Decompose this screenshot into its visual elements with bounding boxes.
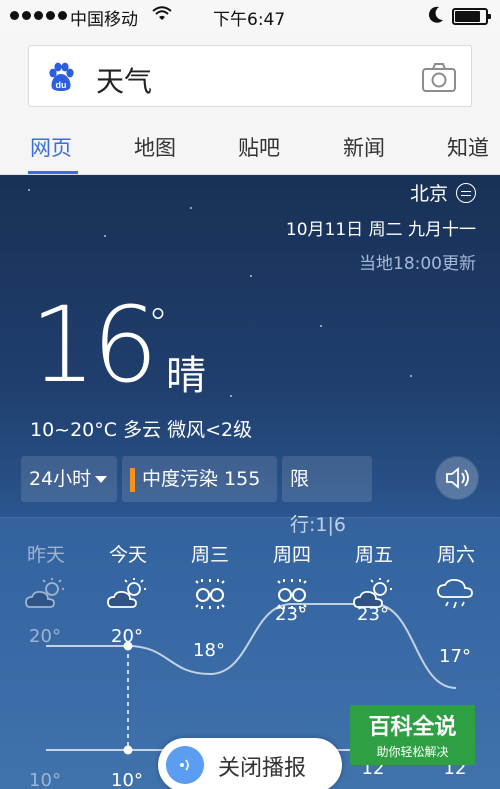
watermark-title: 百科全说 [368,715,457,740]
tab-web[interactable]: 网页 [30,132,72,162]
high-temp-label: 17° [439,646,471,667]
city-selector[interactable]: 北京 [410,179,476,206]
status-bar: 中国移动 下午6:47 [0,0,500,32]
battery-icon [452,8,491,25]
switch-city-icon[interactable] [456,182,476,203]
rain-icon [437,578,473,609]
camera-icon[interactable] [421,61,457,93]
aqi-indicator [130,467,135,492]
day-label: 昨天 [26,544,65,566]
search-tabs: 网页 地图 贴吧 新闻 知道 [0,120,500,175]
tab-tieba[interactable]: 贴吧 [238,132,280,162]
weather-card: 北京 10月11日 周二 九月十一 当地18:00更新 16 ° 晴 10~20… [0,175,500,789]
day-label: 周六 [436,544,475,566]
search-bar: du 天气 [0,32,500,120]
day-label: 周四 [272,544,311,566]
haze-icon [195,579,225,609]
moon-icon [428,6,443,23]
hourly-forecast-button[interactable]: 24小时 [21,456,117,502]
today-point [123,745,133,755]
active-tab-indicator [28,171,78,174]
watermark-logo: 百科全说 助你轻松解决 [350,705,475,765]
day-label: 周五 [354,544,393,566]
weather-date: 10月11日 周二 九月十一 [285,220,476,240]
baidu-paw-icon: du [49,62,74,91]
air-quality-label: 中度污染 155 [142,468,261,490]
day-label: 周三 [190,544,229,566]
city-name: 北京 [409,183,448,205]
low-temp-label: 10° [111,770,143,789]
tab-zhidao[interactable]: 知道 [447,132,489,162]
day-label: 今天 [108,544,147,566]
chevron-down-icon [95,476,108,483]
status-time: 下午6:47 [213,10,286,30]
broadcast-icon [166,746,204,784]
search-query: 天气 [96,65,153,98]
close-broadcast-label: 关闭播报 [218,756,307,781]
high-temp-label: 23° [275,604,307,625]
air-quality-button[interactable]: 中度污染 155 [122,456,277,502]
high-temp-label: 23° [357,604,389,625]
partly-cloudy-icon [25,578,64,608]
hourly-label: 24小时 [29,468,92,490]
watermark-subtitle: 助你轻松解决 [376,745,449,759]
high-temp-label: 20° [29,626,61,647]
wifi-icon [152,6,172,20]
tab-map[interactable]: 地图 [134,132,176,162]
degree-symbol: ° [148,301,168,347]
current-condition: 晴 [166,353,206,399]
close-broadcast-button[interactable]: 关闭播报 [158,738,342,789]
signal-icon [10,11,67,20]
high-temp-label: 18° [193,640,225,661]
low-temp-label: 10° [29,770,61,789]
update-time: 当地18:00更新 [359,254,476,274]
weather-summary: 10~20°C 多云 微风<2级 [30,419,253,441]
partly-cloudy-icon [107,578,146,608]
svg-text:du: du [56,80,67,90]
traffic-limit-button[interactable]: 限行:1|6 [282,456,372,536]
search-input[interactable]: du 天气 [28,45,472,107]
carrier-label: 中国移动 [70,10,138,30]
speaker-icon[interactable] [435,456,479,500]
high-temp-label: 20° [111,626,143,647]
current-temperature: 16 [30,284,158,406]
tab-news[interactable]: 新闻 [343,132,385,162]
